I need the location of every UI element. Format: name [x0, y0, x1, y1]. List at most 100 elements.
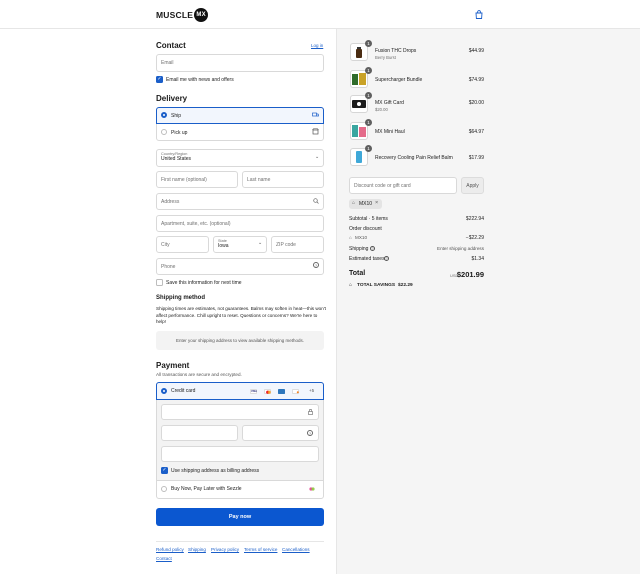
credit-card-radio[interactable] [161, 388, 167, 394]
subtotal-label: Subtotal · 5 items [349, 216, 388, 222]
country-select[interactable]: Country/Region United States [156, 149, 324, 167]
discount-tag-icon: ⌂ [349, 235, 352, 240]
help-icon[interactable]: ? [313, 262, 319, 268]
apply-button[interactable]: Apply [461, 177, 484, 194]
address-field[interactable]: Address [156, 193, 324, 210]
shipping-info-icon[interactable]: ? [370, 246, 375, 251]
country-value: United States [161, 156, 192, 162]
zip-field[interactable]: ZIP code [271, 236, 324, 253]
discount-code: MX10 [355, 235, 368, 240]
billing-checkbox[interactable]: ✓ [161, 467, 168, 474]
item-name: Supercharger Bundle [375, 77, 423, 83]
ship-label: Ship [171, 113, 182, 119]
shipping-notice: Shipping times are estimates, not guaran… [156, 306, 326, 324]
divider [157, 480, 323, 481]
discover-icon [292, 389, 299, 394]
item-price: $20.00 [468, 100, 484, 106]
ship-radio[interactable] [161, 112, 167, 118]
mastercard-icon [264, 389, 271, 394]
savings-tag-icon: ⌂ [349, 282, 353, 288]
store-icon [312, 128, 319, 135]
pickup-label: Pick up [171, 130, 188, 136]
quantity-badge: 1 [365, 40, 372, 47]
shipping-value: Enter shipping address [437, 246, 484, 251]
footer-divider [156, 541, 324, 542]
brand-badge: MX [194, 8, 209, 22]
item-name: MX Mini Haul [375, 129, 405, 135]
chevron-down-icon: ⌄ [315, 154, 320, 160]
credit-card-label: Credit card [171, 388, 196, 394]
item-variant: $20.00 [375, 107, 388, 112]
state-chevron-icon: ⌄ [258, 240, 263, 246]
discount-code-input[interactable]: Discount code or gift card [349, 177, 457, 194]
apartment-field[interactable]: Apartment, suite, etc. (optional) [156, 215, 324, 232]
payment-title: Payment [156, 361, 190, 370]
email-field[interactable]: Email [156, 54, 324, 72]
billing-label: Use shipping address as billing address [171, 468, 260, 474]
brand-name: MUSCLE [156, 10, 194, 20]
expiry-field[interactable] [161, 425, 238, 441]
item-variant: Berry Burst [375, 55, 396, 60]
lock-icon [308, 409, 313, 415]
remove-code-icon[interactable]: × [375, 200, 378, 206]
applied-code: MX10 [359, 201, 373, 207]
taxes-value: $1.34 [471, 256, 484, 262]
savings-value: $22.29 [398, 283, 413, 288]
brand-logo[interactable]: MUSCLE MX [156, 8, 209, 22]
item-name: Recovery Cooling Pain Relief Balm [375, 155, 453, 161]
cancellations-link[interactable]: Cancellations [282, 547, 310, 552]
subtotal-value: $222.94 [465, 216, 484, 222]
delivery-title: Delivery [156, 94, 188, 103]
more-cards-badge: +5 [309, 388, 315, 393]
item-price: $44.99 [468, 48, 484, 54]
payment-subtitle: All transactions are secure and encrypte… [156, 372, 242, 377]
quantity-badge: 1 [365, 92, 372, 99]
refund-policy-link[interactable]: Refund policy [156, 547, 184, 552]
shipping-placeholder-box: Enter your shipping address to view avai… [156, 331, 324, 350]
quantity-badge: 1 [365, 119, 372, 126]
discount-value: −$22.29 [465, 235, 484, 241]
sezzle-radio[interactable] [161, 486, 167, 492]
shipping-method-title: Shipping method [156, 295, 205, 301]
state-value: Iowa [218, 243, 229, 249]
name-on-card-field[interactable] [161, 446, 319, 462]
total-label: Total [349, 270, 366, 277]
visa-icon: VISA [250, 389, 258, 394]
phone-field[interactable]: Phone [156, 258, 324, 275]
shipping-label: Shipping [349, 246, 369, 252]
order-discount-label: Order discount [349, 226, 382, 232]
search-icon [313, 198, 319, 204]
item-name: Fusion THC Drops [375, 48, 417, 54]
item-price: $74.99 [468, 77, 484, 83]
tag-icon: ⌂ [352, 200, 356, 206]
first-name-field[interactable]: First name (optional) [156, 171, 238, 188]
amex-icon [278, 389, 285, 394]
ship-option[interactable] [156, 107, 324, 124]
login-link[interactable]: Log in [311, 43, 323, 48]
newsletter-label: Email me with news and offers [166, 77, 234, 83]
item-price: $17.99 [468, 155, 484, 161]
savings-label: TOTAL SAVINGS [357, 283, 396, 288]
card-number-field[interactable] [161, 404, 319, 420]
save-info-checkbox[interactable] [156, 279, 163, 286]
city-field[interactable]: City [156, 236, 209, 253]
taxes-label: Estimated taxes [349, 256, 385, 262]
save-info-label: Save this information for next time [166, 280, 242, 286]
last-name-field[interactable]: Last name [242, 171, 324, 188]
header: MUSCLE MX [0, 0, 640, 29]
security-help-icon[interactable]: ? [307, 430, 313, 436]
total-value: $201.99 [456, 270, 484, 279]
contact-link[interactable]: Contact [156, 556, 172, 561]
privacy-policy-link[interactable]: Privacy policy [211, 547, 239, 552]
pickup-radio[interactable] [161, 129, 167, 135]
contact-title: Contact [156, 41, 186, 50]
terms-link[interactable]: Terms of service [244, 547, 277, 552]
taxes-info-icon[interactable]: ? [384, 256, 389, 261]
sezzle-icon [309, 487, 315, 491]
shipping-link[interactable]: Shipping [188, 547, 206, 552]
quantity-badge: 1 [365, 145, 372, 152]
shopping-bag-icon[interactable] [475, 10, 483, 19]
pay-now-button[interactable]: Pay now [156, 508, 324, 526]
newsletter-checkbox[interactable]: ✓ [156, 76, 163, 83]
item-name: MX Gift Card [375, 100, 404, 106]
